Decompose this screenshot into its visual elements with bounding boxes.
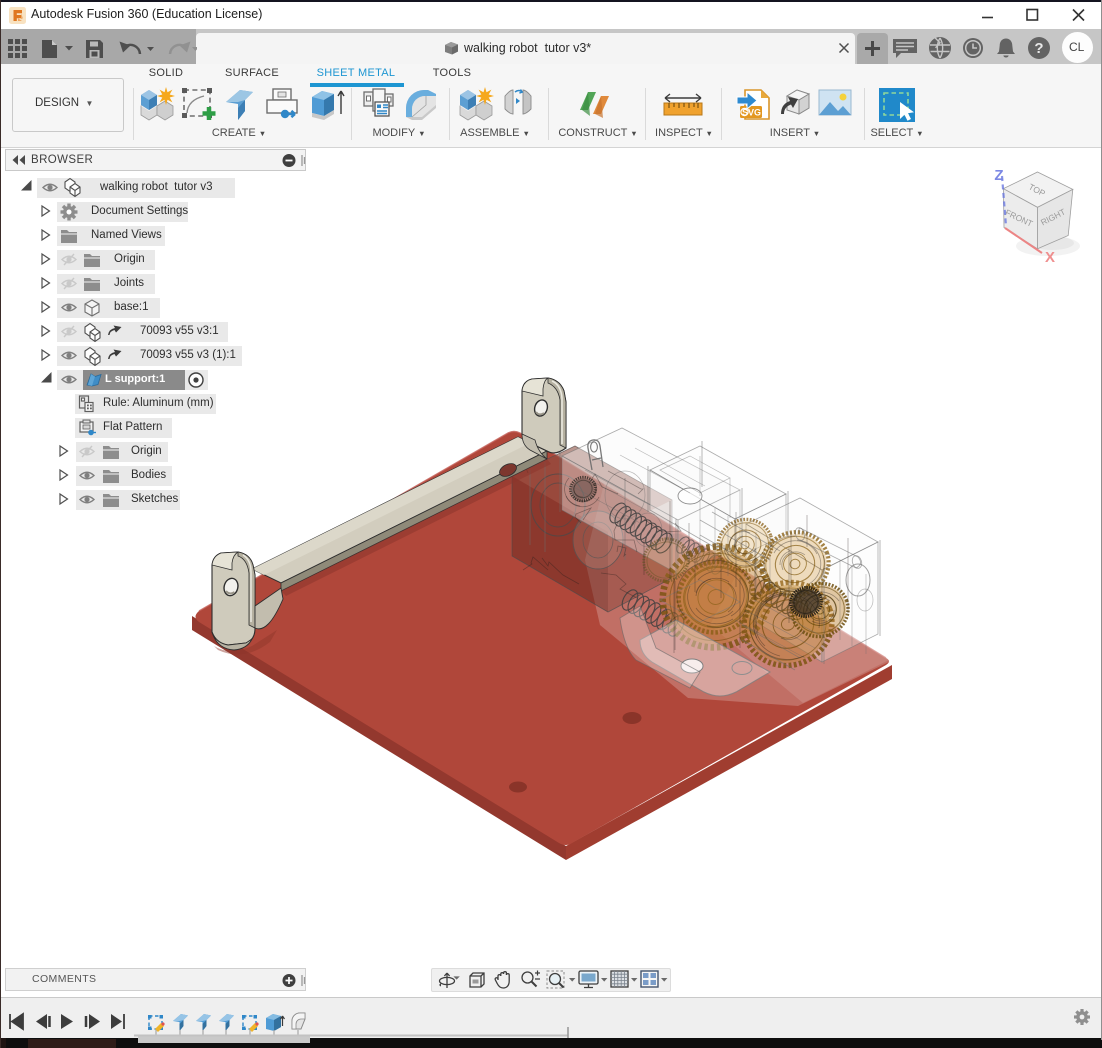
svg-text:X: X [1045,249,1055,266]
svg-text:Z: Z [994,167,1003,184]
